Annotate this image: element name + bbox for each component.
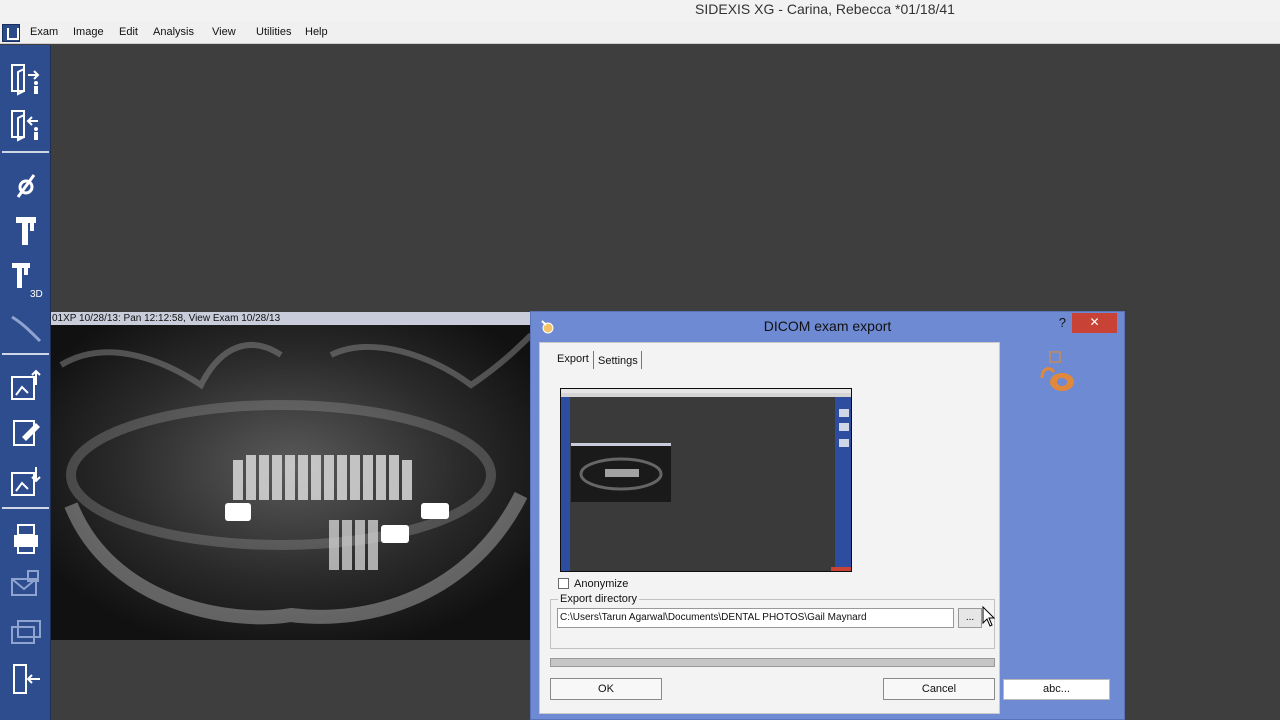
image-import-icon[interactable]: [4, 363, 47, 407]
anonymize-checkbox[interactable]: [558, 578, 569, 589]
menu-view[interactable]: View: [212, 26, 236, 38]
exam-exit-icon[interactable]: [4, 103, 47, 147]
mouse-cursor-icon: [982, 606, 996, 627]
label-3d: 3D: [30, 289, 43, 299]
menu-help[interactable]: Help: [305, 26, 328, 38]
image-export-icon[interactable]: [4, 459, 47, 503]
abc-button[interactable]: abc...: [1003, 679, 1110, 700]
exit-icon[interactable]: [4, 657, 47, 701]
tab-divider: [641, 351, 642, 369]
export-preview-image: [560, 388, 852, 572]
xray-caption: 01XP 10/28/13: Pan 12:12:58, View Exam 1…: [51, 312, 531, 325]
window-title: SIDEXIS XG - Carina, Rebecca *01/18/41: [695, 1, 955, 17]
dicom-export-dialog: DICOM exam export ? ✕ Export Settings An…: [530, 311, 1125, 720]
dialog-title: DICOM exam export: [763, 318, 892, 334]
exam-enter-icon[interactable]: [4, 57, 47, 101]
ceph-icon[interactable]: [4, 163, 47, 207]
menu-bar: Exam Image Edit Analysis View Utilities …: [0, 22, 1280, 44]
print-icon[interactable]: [4, 517, 47, 561]
image-edit-icon[interactable]: [4, 411, 47, 455]
pan-3d-icon[interactable]: 3D: [4, 257, 47, 301]
dicom-export-icon: [1040, 351, 1074, 391]
menu-analysis[interactable]: Analysis: [153, 26, 194, 38]
menu-edit[interactable]: Edit: [119, 26, 138, 38]
sidebar-divider: [2, 353, 49, 355]
menu-exam[interactable]: Exam: [30, 26, 58, 38]
tab-divider: [593, 351, 594, 369]
export-progress-bar: [550, 658, 995, 667]
anonymize-label: Anonymize: [574, 578, 629, 590]
sidebar-divider: [2, 151, 49, 153]
pan-unit-icon[interactable]: [4, 209, 47, 253]
close-button[interactable]: ✕: [1072, 313, 1117, 333]
sidebar-divider: [2, 507, 49, 509]
export-directory-label: Export directory: [558, 593, 640, 605]
dialog-title-bar: DICOM exam export ? ✕: [531, 312, 1124, 342]
export-path-field[interactable]: C:\Users\Tarun Agarwal\Documents\DENTAL …: [557, 608, 954, 628]
dialog-side-panel: [1001, 342, 1120, 714]
browse-button[interactable]: ...: [958, 608, 982, 628]
panoramic-xray-image[interactable]: [51, 325, 531, 640]
sidebar-toolbar: 3D: [0, 45, 51, 720]
dialog-main-panel: Export Settings Anonymize Export directo…: [539, 342, 1000, 714]
menu-image[interactable]: Image: [73, 26, 104, 38]
title-bar: SIDEXIS XG - Carina, Rebecca *01/18/41: [0, 0, 1280, 22]
tab-settings[interactable]: Settings: [598, 355, 638, 367]
cancel-button[interactable]: Cancel: [883, 678, 995, 700]
window-icon[interactable]: [4, 611, 47, 655]
mail-icon[interactable]: [4, 563, 47, 607]
tab-export[interactable]: Export: [557, 353, 589, 365]
intraoral-sensor-icon[interactable]: [4, 305, 47, 349]
help-icon[interactable]: ?: [1059, 315, 1066, 330]
app-logo-icon[interactable]: [2, 24, 20, 42]
ok-button[interactable]: OK: [550, 678, 662, 700]
menu-utilities[interactable]: Utilities: [256, 26, 291, 38]
